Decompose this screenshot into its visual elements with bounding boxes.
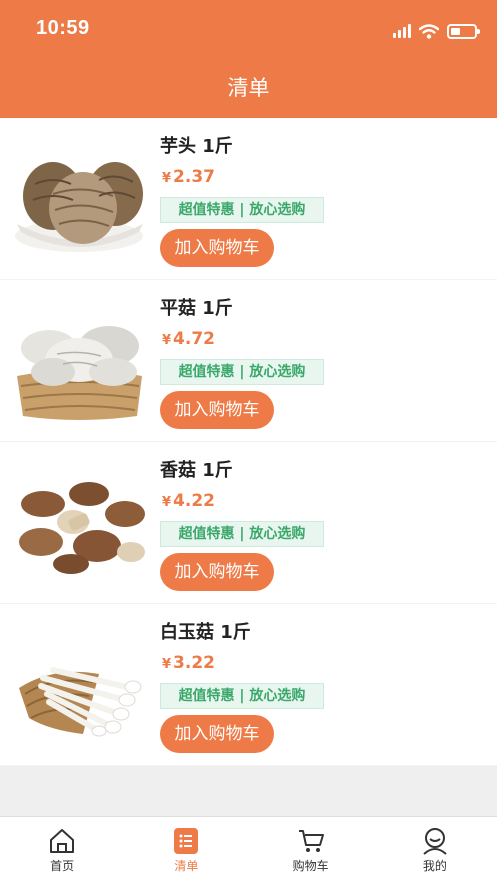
battery-icon (447, 23, 480, 39)
promo-tag: 超值特惠 | 放心选购 (160, 359, 324, 385)
white-beech-mushroom-image (13, 630, 146, 744)
home-icon (50, 829, 75, 853)
tab-label: 首页 (50, 859, 75, 873)
product-item: 平菇 1斤 ¥4.72 超值特惠 | 放心选购 加入购物车 (0, 280, 497, 442)
add-to-cart-button[interactable]: 加入购物车 (160, 553, 274, 591)
price-value: 2.37 (173, 167, 215, 187)
price-value: 4.72 (173, 329, 215, 349)
product-name: 香菇 1斤 (160, 460, 233, 481)
status-time: 10:59 (36, 17, 90, 39)
tab-label: 我的 (422, 859, 447, 873)
currency-symbol: ¥ (162, 495, 172, 510)
signal-icon (393, 24, 411, 38)
tab-bar: 首页 清单 购物车 我的 (0, 816, 497, 883)
wifi-icon (419, 23, 439, 39)
promo-tag: 超值特惠 | 放心选购 (160, 683, 324, 709)
list-icon (174, 828, 199, 854)
tab-list[interactable]: 清单 (124, 817, 248, 883)
page-title: 清单 (227, 76, 270, 100)
product-name: 芋头 1斤 (160, 136, 233, 157)
status-icons (393, 20, 480, 42)
add-to-cart-button[interactable]: 加入购物车 (160, 391, 274, 429)
product-name: 平菇 1斤 (160, 298, 233, 319)
shiitake-image (13, 468, 146, 582)
tab-cart[interactable]: 购物车 (249, 817, 373, 883)
user-icon (423, 828, 447, 855)
tab-home[interactable]: 首页 (0, 817, 124, 883)
product-name: 白玉菇 1斤 (160, 622, 251, 643)
cart-icon (298, 830, 324, 852)
tab-profile[interactable]: 我的 (373, 817, 497, 883)
oyster-mushroom-image (13, 306, 146, 420)
promo-tag: 超值特惠 | 放心选购 (160, 521, 324, 547)
product-price: ¥4.72 (162, 329, 215, 349)
currency-symbol: ¥ (162, 333, 172, 348)
product-price: ¥2.37 (162, 167, 215, 187)
currency-symbol: ¥ (162, 171, 172, 186)
add-to-cart-button[interactable]: 加入购物车 (160, 229, 274, 267)
product-price: ¥4.22 (162, 491, 215, 511)
add-to-cart-button[interactable]: 加入购物车 (160, 715, 274, 753)
tab-label: 购物车 (292, 859, 329, 873)
tab-label: 清单 (174, 859, 199, 873)
product-list: 芋头 1斤 ¥2.37 超值特惠 | 放心选购 加入购物车 平菇 1斤 ¥4.7… (0, 118, 497, 766)
app-header: 10:59 清单 (0, 0, 497, 118)
product-item: 芋头 1斤 ¥2.37 超值特惠 | 放心选购 加入购物车 (0, 118, 497, 280)
product-price: ¥3.22 (162, 653, 215, 673)
currency-symbol: ¥ (162, 657, 172, 672)
price-value: 4.22 (173, 491, 215, 511)
price-value: 3.22 (173, 653, 215, 673)
taro-image (13, 144, 146, 258)
promo-tag: 超值特惠 | 放心选购 (160, 197, 324, 223)
product-item: 白玉菇 1斤 ¥3.22 超值特惠 | 放心选购 加入购物车 (0, 604, 497, 766)
product-item: 香菇 1斤 ¥4.22 超值特惠 | 放心选购 加入购物车 (0, 442, 497, 604)
